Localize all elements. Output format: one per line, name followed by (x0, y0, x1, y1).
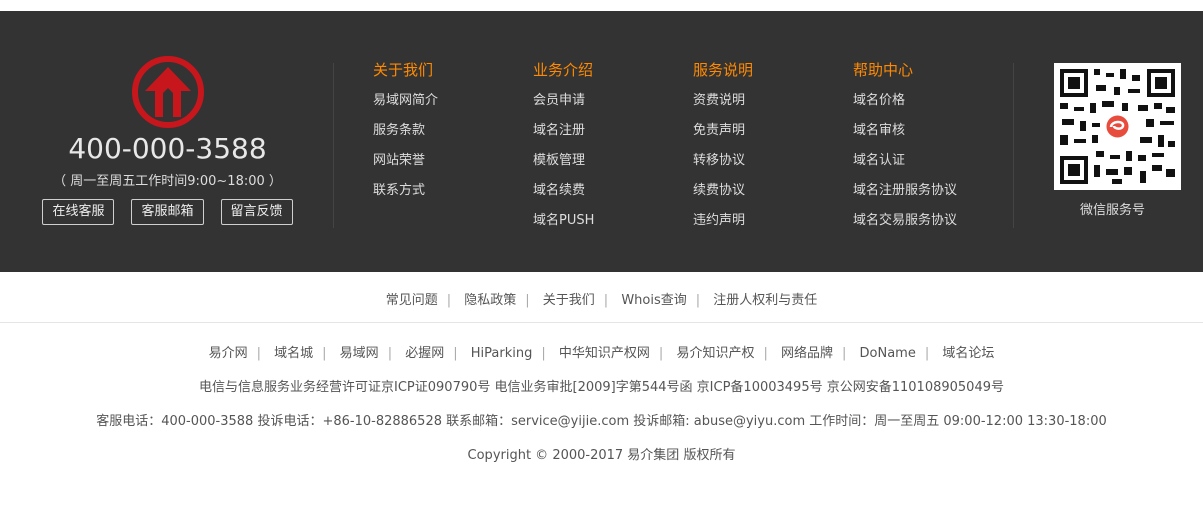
wechat-qr-code-icon (1054, 63, 1181, 190)
partner-link[interactable]: 易域网 (340, 346, 379, 361)
column-title: 关于我们 (373, 61, 434, 79)
link-item[interactable]: 续费协议 (693, 176, 753, 206)
online-service-button[interactable]: 在线客服 (42, 199, 115, 225)
partner-link[interactable]: 域名城 (274, 346, 313, 361)
link-item[interactable]: 易域网简介 (373, 86, 438, 116)
link-item[interactable]: 网站荣誉 (373, 146, 438, 176)
link-faq[interactable]: 常见问题 (386, 293, 438, 308)
link-item[interactable]: 资费说明 (693, 86, 753, 116)
license-info: 电信与信息服务业务经营许可证京ICP证090790号 电信业务审批[2009]字… (199, 380, 1004, 395)
column-help: 帮助中心 域名价格 域名审核 域名认证 域名注册服务协议 域名交易服务协议 (853, 60, 957, 236)
column-title: 业务介绍 (533, 61, 594, 79)
partner-link[interactable]: 中华知识产权网 (559, 346, 650, 361)
partner-link[interactable]: 域名论坛 (942, 346, 994, 361)
link-item[interactable]: 域名审核 (853, 116, 957, 146)
column-title: 帮助中心 (853, 61, 914, 79)
qr-label: 微信服务号 (1079, 203, 1145, 218)
partner-links: 易介网 | 域名城 | 易域网 | 必握网 | HiParking | 中华知识产权网 | … (208, 346, 995, 361)
link-item[interactable]: 域名注册服务协议 (853, 176, 957, 206)
contact-info: 客服电话：400-000-3588 投诉电话：+86-10-82886528 联… (96, 414, 1107, 429)
link-item[interactable]: 域名注册 (533, 116, 594, 146)
link-item[interactable]: 会员申请 (533, 86, 594, 116)
feedback-button[interactable]: 留言反馈 (220, 199, 293, 225)
link-item[interactable]: 域名交易服务协议 (853, 206, 957, 236)
partner-link[interactable]: 易介网 (209, 346, 248, 361)
copyright: Copyright © 2000-2017 易介集团 版权所有 (467, 448, 736, 463)
column-service: 服务说明 资费说明 免责声明 转移协议 续费协议 违约声明 (693, 60, 753, 236)
contact-block: 400-000-3588 （ 周一至周五工作时间9:00~18:00 ） 在线客… (30, 55, 305, 225)
link-item[interactable]: 服务条款 (373, 116, 438, 146)
divider (333, 63, 334, 228)
partner-link[interactable]: HiParking (471, 346, 533, 361)
link-item[interactable]: 域名价格 (853, 86, 957, 116)
link-privacy[interactable]: 隐私政策 (464, 293, 516, 308)
partner-link[interactable]: 易介知识产权 (676, 346, 754, 361)
service-email-button[interactable]: 客服邮箱 (131, 199, 204, 225)
link-item[interactable]: 模板管理 (533, 146, 594, 176)
partner-link[interactable]: DoName (860, 346, 916, 361)
link-item[interactable]: 免责声明 (693, 116, 753, 146)
link-item[interactable]: 域名PUSH (533, 206, 594, 236)
partner-link[interactable]: 网络品牌 (781, 346, 833, 361)
horizontal-divider (0, 322, 1203, 323)
link-item[interactable]: 违约声明 (693, 206, 753, 236)
link-registrant-rights[interactable]: 注册人权利与责任 (713, 293, 817, 308)
link-item[interactable]: 域名续费 (533, 176, 594, 206)
link-item[interactable]: 转移协议 (693, 146, 753, 176)
primary-links: 常见问题 | 隐私政策 | 关于我们 | Whois查询 | 注册人权利与责任 (385, 293, 818, 308)
column-business: 业务介绍 会员申请 域名注册 模板管理 域名续费 域名PUSH (533, 60, 594, 236)
column-title: 服务说明 (693, 61, 754, 79)
divider (1013, 63, 1014, 228)
hotline-number: 400-000-3588 (68, 132, 267, 165)
working-hours: （ 周一至周五工作时间9:00~18:00 ） (53, 174, 282, 189)
partner-link[interactable]: 必握网 (405, 346, 444, 361)
link-whois[interactable]: Whois查询 (621, 293, 686, 308)
link-item[interactable]: 联系方式 (373, 176, 438, 206)
link-item[interactable]: 域名认证 (853, 146, 957, 176)
column-about: 关于我们 易域网简介 服务条款 网站荣誉 联系方式 (373, 60, 438, 206)
link-about[interactable]: 关于我们 (543, 293, 595, 308)
company-logo-icon (131, 55, 205, 129)
